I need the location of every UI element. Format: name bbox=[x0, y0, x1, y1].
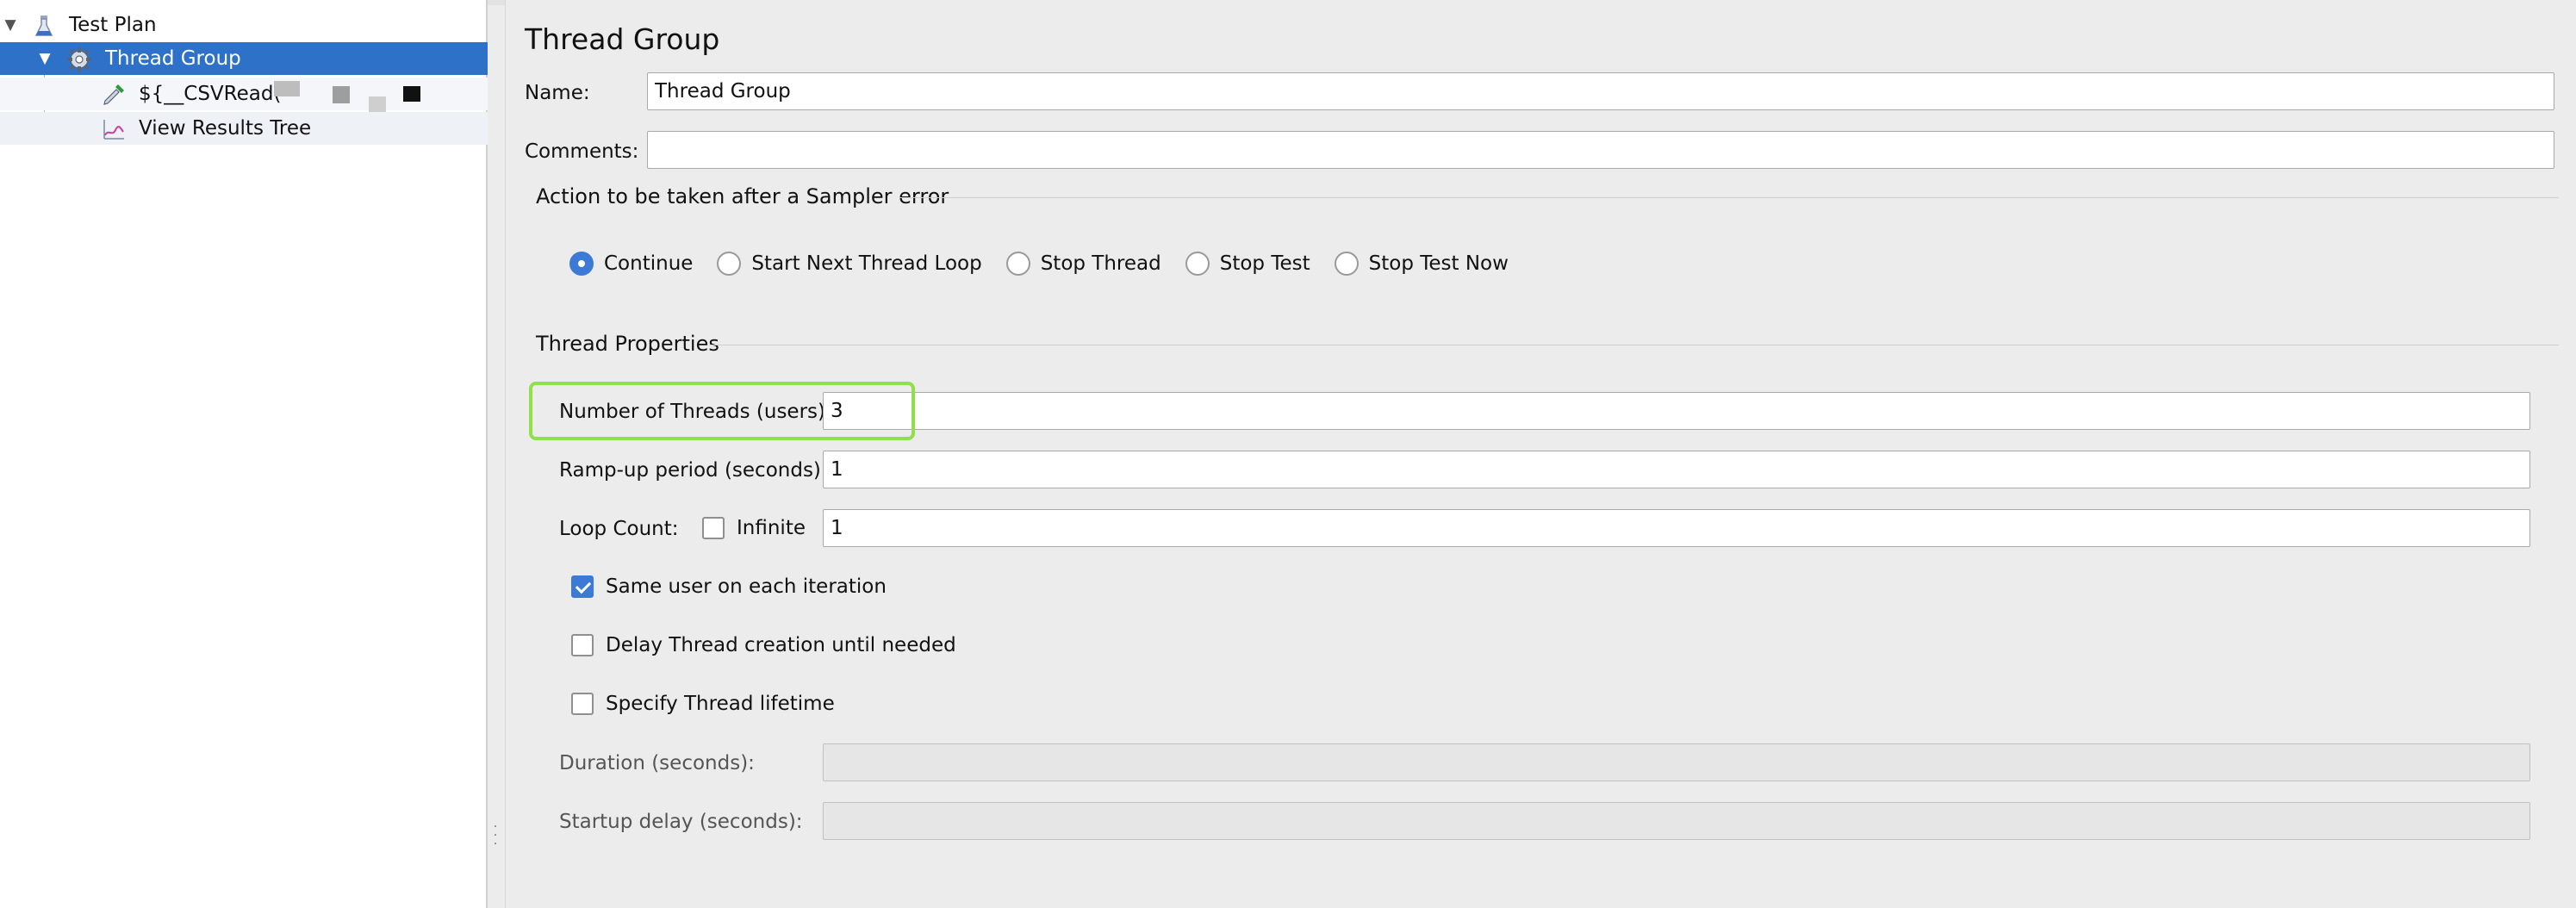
section-divider bbox=[899, 197, 2559, 198]
name-input[interactable] bbox=[647, 72, 2554, 110]
checkbox-box[interactable] bbox=[571, 575, 594, 598]
radio-indicator[interactable] bbox=[1185, 252, 1210, 276]
checkbox-box[interactable] bbox=[702, 517, 725, 539]
infinite-checkbox[interactable]: Infinite bbox=[702, 517, 806, 539]
redaction-block bbox=[403, 86, 420, 102]
radio-stop-test[interactable]: Stop Test bbox=[1185, 252, 1310, 276]
checkbox-label: Delay Thread creation until needed bbox=[606, 634, 956, 656]
tree-item-view-results-tree[interactable]: View Results Tree bbox=[0, 112, 488, 145]
test-plan-tree[interactable]: ▼ Test Plan ▼ Thread Group ${__CSVRead(… bbox=[0, 0, 497, 908]
name-label: Name: bbox=[525, 82, 590, 104]
radio-indicator[interactable] bbox=[1334, 252, 1359, 276]
tree-item-label: Thread Group bbox=[105, 47, 241, 70]
loop-count-label: Loop Count: bbox=[559, 518, 679, 540]
radio-label: Stop Test Now bbox=[1368, 252, 1509, 275]
specify-thread-lifetime-checkbox[interactable]: Specify Thread lifetime bbox=[571, 693, 835, 715]
same-user-checkbox[interactable]: Same user on each iteration bbox=[571, 575, 887, 598]
redaction-block bbox=[369, 96, 386, 112]
expand-arrow-icon[interactable]: ▼ bbox=[36, 42, 53, 75]
tree-item-test-plan[interactable]: ▼ Test Plan bbox=[0, 9, 488, 41]
redaction-block bbox=[274, 81, 300, 96]
checkbox-box[interactable] bbox=[571, 634, 594, 656]
checkbox-label: Infinite bbox=[737, 517, 806, 539]
flask-icon bbox=[31, 13, 57, 39]
thread-properties-section-title: Thread Properties bbox=[536, 332, 719, 356]
comments-input[interactable] bbox=[647, 131, 2554, 169]
radio-stop-thread[interactable]: Stop Thread bbox=[1005, 252, 1161, 276]
radio-indicator[interactable] bbox=[569, 252, 594, 276]
radio-indicator[interactable] bbox=[717, 252, 742, 276]
radio-continue[interactable]: Continue bbox=[569, 252, 693, 276]
tree-item-thread-group[interactable]: ▼ Thread Group bbox=[0, 42, 488, 75]
thread-group-panel: Thread Group Name: Comments: Action to b… bbox=[505, 0, 2576, 908]
tree-item-label: View Results Tree bbox=[139, 117, 312, 140]
pipette-icon bbox=[101, 82, 127, 108]
gear-icon bbox=[66, 47, 92, 72]
comments-label: Comments: bbox=[525, 140, 639, 163]
checkbox-label: Same user on each iteration bbox=[606, 575, 887, 598]
radio-start-next-thread-loop[interactable]: Start Next Thread Loop bbox=[717, 252, 982, 276]
radio-label: Start Next Thread Loop bbox=[751, 252, 982, 275]
checkbox-box[interactable] bbox=[571, 693, 594, 715]
radio-label: Stop Test bbox=[1219, 252, 1310, 275]
redaction-block bbox=[333, 86, 350, 103]
duration-label: Duration (seconds): bbox=[559, 752, 755, 774]
sampler-error-radio-group: Continue Start Next Thread Loop Stop Thr… bbox=[569, 252, 1533, 276]
tree-item-label: Test Plan bbox=[69, 14, 157, 36]
sampler-error-section-title: Action to be taken after a Sampler error bbox=[536, 184, 949, 208]
splitter-handle[interactable]: · · · bbox=[493, 821, 498, 850]
threads-highlight-box bbox=[529, 382, 915, 440]
checkbox-label: Specify Thread lifetime bbox=[606, 693, 835, 715]
radio-stop-test-now[interactable]: Stop Test Now bbox=[1334, 252, 1509, 276]
startup-delay-label: Startup delay (seconds): bbox=[559, 811, 803, 833]
duration-input[interactable] bbox=[823, 743, 2530, 781]
rampup-label: Ramp-up period (seconds): bbox=[559, 459, 828, 482]
expand-arrow-icon[interactable]: ▼ bbox=[2, 9, 19, 41]
rampup-input[interactable] bbox=[823, 451, 2530, 488]
graph-icon bbox=[101, 116, 127, 142]
threads-input[interactable] bbox=[823, 392, 2530, 430]
loop-count-input[interactable] bbox=[823, 509, 2530, 547]
page-title: Thread Group bbox=[525, 22, 720, 56]
radio-label: Stop Thread bbox=[1040, 252, 1161, 275]
delay-thread-creation-checkbox[interactable]: Delay Thread creation until needed bbox=[571, 634, 956, 656]
tree-item-csv-read[interactable]: ${__CSVRead( bbox=[0, 78, 488, 112]
radio-label: Continue bbox=[604, 252, 694, 275]
startup-delay-input[interactable] bbox=[823, 802, 2530, 840]
tree-item-label: ${__CSVRead( bbox=[139, 83, 282, 105]
radio-indicator[interactable] bbox=[1005, 252, 1030, 276]
